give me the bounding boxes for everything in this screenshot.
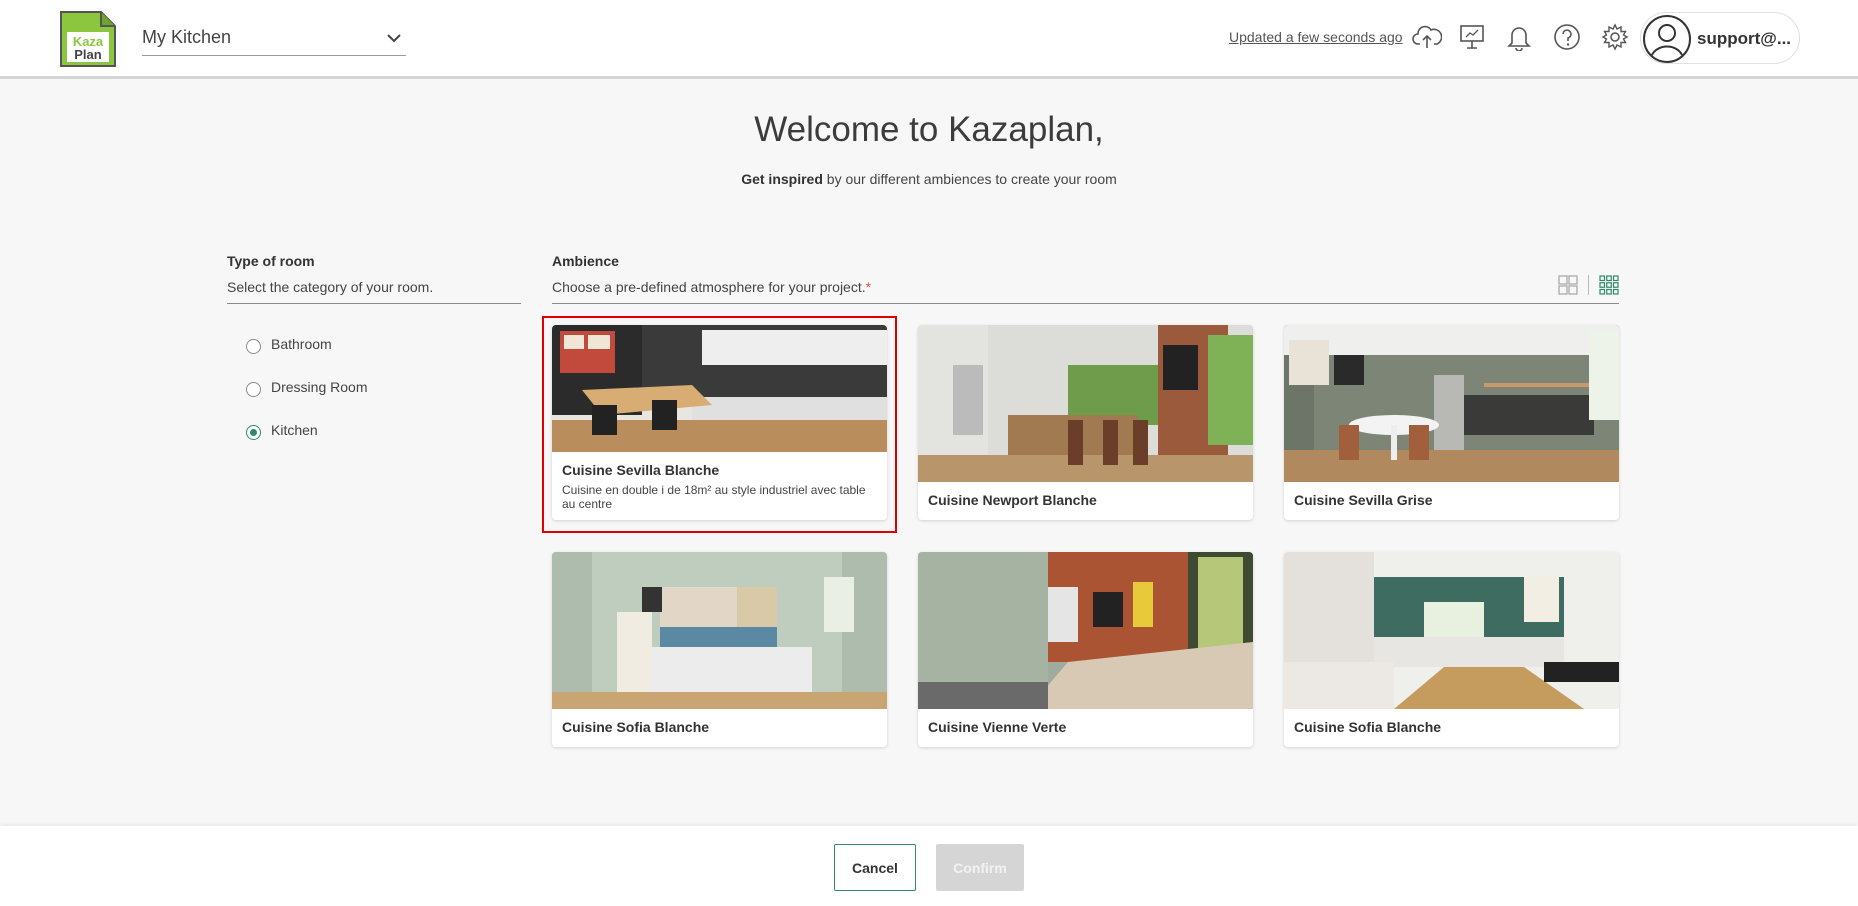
ambience-title: Ambience [552, 253, 619, 269]
radio-dressing-room[interactable] [246, 382, 261, 397]
ambience-section: Ambience Choose a pre-defined atmosphere… [552, 253, 1619, 304]
welcome-subtitle: Get inspired by our different ambiences … [0, 171, 1858, 187]
help-icon[interactable] [1552, 22, 1582, 52]
cancel-button[interactable]: Cancel [834, 844, 916, 891]
selected-card-highlight [542, 316, 897, 533]
ambience-card-newport-blanche[interactable]: Cuisine Newport Blanche [918, 325, 1253, 520]
user-name: support@... [1697, 29, 1792, 48]
room-type-title: Type of room [227, 253, 315, 269]
view-toggle [1558, 275, 1619, 295]
ambience-card-sofia-blanche-1[interactable]: Cuisine Sofia Blanche [552, 552, 887, 747]
grid-small-icon[interactable] [1599, 275, 1619, 295]
grid-large-icon[interactable] [1558, 275, 1578, 295]
ambience-card-sofia-blanche-2[interactable]: Cuisine Sofia Blanche [1284, 552, 1619, 747]
ambience-image [918, 325, 1253, 482]
room-option-kitchen[interactable]: Kitchen [246, 422, 367, 465]
room-option-label: Dressing Room [271, 379, 368, 395]
ambience-card-sevilla-grise[interactable]: Cuisine Sevilla Grise [1284, 325, 1619, 520]
required-mark: * [865, 279, 872, 295]
welcome-title: Welcome to Kazaplan, [754, 110, 1104, 149]
project-select[interactable]: My Kitchen [142, 22, 406, 56]
toggle-separator [1588, 275, 1589, 295]
logo-text-2: Plan [74, 47, 102, 62]
ambience-description: Choose a pre-defined atmosphere for your… [552, 275, 1619, 304]
ambience-card-name: Cuisine Sevilla Grise [1294, 492, 1433, 508]
project-name: My Kitchen [142, 27, 232, 47]
ambience-description-text: Choose a pre-defined atmosphere for your… [552, 279, 866, 295]
ambience-card-name: Cuisine Sofia Blanche [1294, 719, 1442, 735]
kazaplan-logo[interactable]: Kaza Plan [57, 8, 120, 70]
room-option-label: Kitchen [271, 422, 318, 438]
room-type-options: Bathroom Dressing Room Kitchen [246, 336, 367, 465]
bell-icon[interactable] [1504, 22, 1534, 52]
radio-kitchen[interactable] [246, 425, 261, 440]
subtitle-rest: by our different ambiences to create you… [822, 171, 1117, 187]
confirm-button[interactable]: Confirm [936, 844, 1024, 891]
user-menu[interactable]: support@... [1640, 12, 1800, 64]
subtitle-bold: Get inspired [741, 171, 823, 187]
footer-bar: Cancel Confirm [0, 826, 1858, 906]
room-type-section: Type of room Select the category of your… [227, 253, 521, 304]
ambience-card-name: Cuisine Newport Blanche [928, 492, 1097, 508]
chevron-down-icon [387, 34, 401, 43]
presentation-icon[interactable] [1457, 22, 1487, 52]
ambience-image [1284, 325, 1619, 482]
last-updated-link[interactable]: Updated a few seconds ago [1229, 29, 1403, 45]
room-type-description: Select the category of your room. [227, 279, 521, 304]
ambience-card-name: Cuisine Vienne Verte [928, 719, 1067, 735]
user-avatar-icon [1643, 15, 1691, 63]
header-divider [0, 76, 1858, 79]
top-bar: Kaza Plan My Kitchen Updated a few secon… [0, 0, 1858, 77]
cloud-upload-icon[interactable] [1412, 22, 1442, 52]
ambience-card-vienne-verte[interactable]: Cuisine Vienne Verte [918, 552, 1253, 747]
gear-icon[interactable] [1600, 22, 1630, 52]
ambience-card-name: Cuisine Sofia Blanche [562, 719, 710, 735]
room-option-label: Bathroom [271, 336, 332, 352]
ambience-image [1284, 552, 1619, 709]
room-option-bathroom[interactable]: Bathroom [246, 336, 367, 379]
room-option-dressing-room[interactable]: Dressing Room [246, 379, 367, 422]
radio-bathroom[interactable] [246, 339, 261, 354]
ambience-image [552, 552, 887, 709]
ambience-image [918, 552, 1253, 709]
